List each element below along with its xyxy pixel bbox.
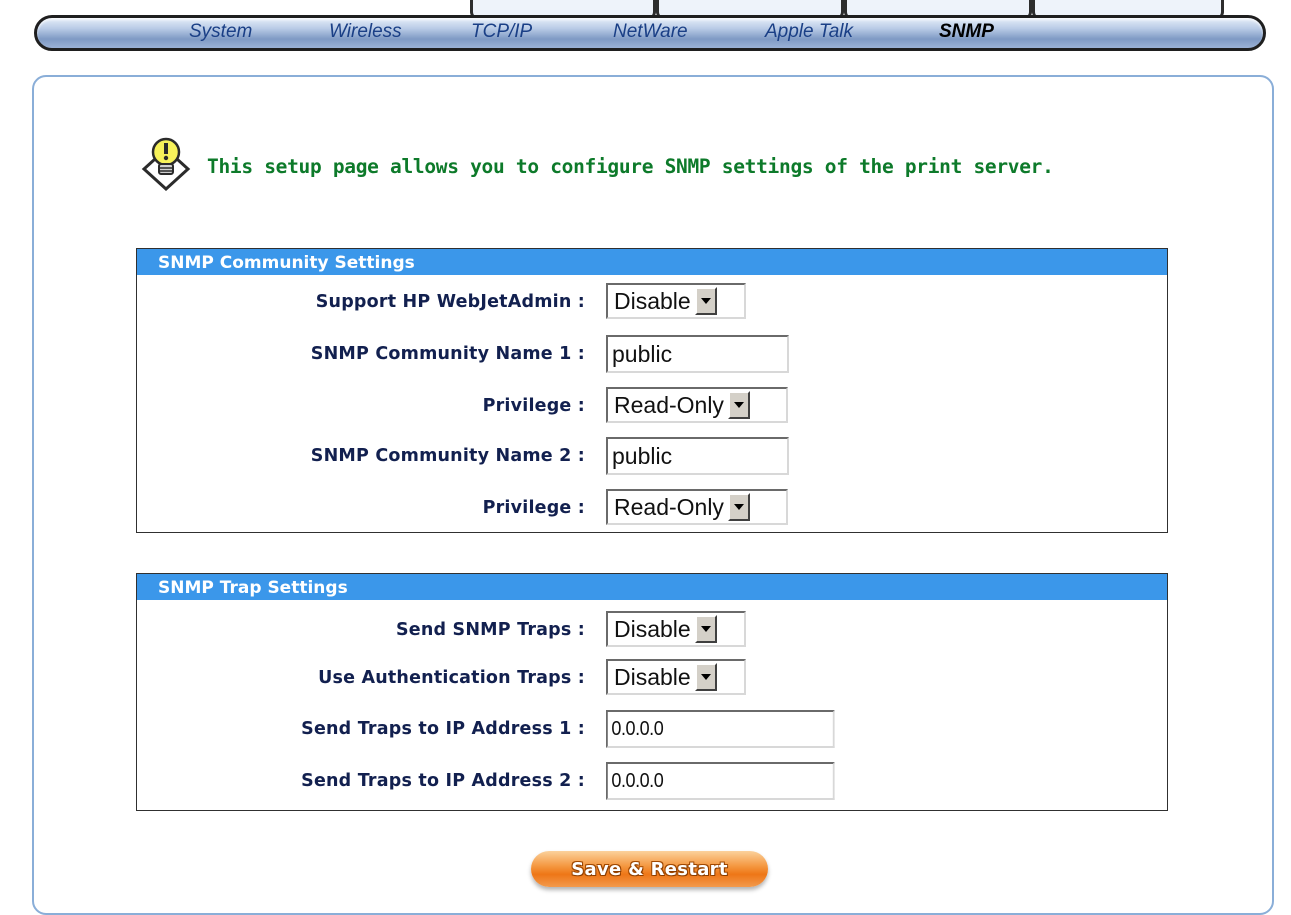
privilege-2-value: Read-Only: [614, 493, 724, 520]
lightbulb-icon: [141, 137, 191, 191]
privilege-1-row: Privilege : Read-Only: [137, 387, 1167, 427]
privilege-1-label: Privilege :: [482, 396, 585, 416]
tab-netware[interactable]: NetWare: [613, 21, 688, 43]
privilege-2-label: Privilege :: [482, 498, 585, 518]
trap-ip-2-input[interactable]: [606, 762, 835, 800]
community-name-2-input[interactable]: [606, 437, 789, 475]
send-traps-select[interactable]: Disable: [606, 611, 746, 647]
webjetadmin-select[interactable]: Disable: [606, 283, 746, 319]
community-name-1-input[interactable]: [606, 335, 789, 373]
webjetadmin-label: Support HP WebJetAdmin :: [315, 292, 585, 312]
community-name-2-label: SNMP Community Name 2 :: [310, 446, 585, 466]
auth-traps-select[interactable]: Disable: [606, 659, 746, 695]
dropdown-arrow-icon[interactable]: [727, 493, 750, 521]
webjetadmin-value: Disable: [614, 287, 691, 314]
community-settings-header: SNMP Community Settings: [137, 249, 1167, 275]
trap-ip-1-row: Send Traps to IP Address 1 :: [137, 710, 1167, 750]
tab-tcpip[interactable]: TCP/IP: [471, 21, 532, 43]
auth-traps-row: Use Authentication Traps : Disable: [137, 659, 1167, 699]
privilege-1-value: Read-Only: [614, 391, 724, 418]
intro-text: This setup page allows you to configure …: [207, 155, 1054, 178]
auth-traps-label: Use Authentication Traps :: [318, 668, 585, 688]
trap-ip-2-label: Send Traps to IP Address 2 :: [301, 771, 585, 791]
send-traps-value: Disable: [614, 615, 691, 642]
dropdown-arrow-icon[interactable]: [727, 391, 750, 419]
save-restart-button[interactable]: Save & Restart: [531, 851, 768, 887]
trap-ip-2-row: Send Traps to IP Address 2 :: [137, 762, 1167, 802]
privilege-2-select[interactable]: Read-Only: [606, 489, 788, 525]
send-traps-row: Send SNMP Traps : Disable: [137, 611, 1167, 651]
top-nav-bar: System Wireless TCP/IP NetWare Apple Tal…: [34, 15, 1266, 51]
community-settings-box: SNMP Community Settings Support HP WebJe…: [136, 248, 1168, 533]
tab-snmp[interactable]: SNMP: [939, 21, 994, 43]
tab-appletalk[interactable]: Apple Talk: [765, 21, 853, 43]
send-traps-label: Send SNMP Traps :: [395, 620, 585, 640]
save-restart-label: Save & Restart: [571, 858, 728, 880]
privilege-2-row: Privilege : Read-Only: [137, 489, 1167, 529]
community-name-1-label: SNMP Community Name 1 :: [310, 344, 585, 364]
trap-ip-1-label: Send Traps to IP Address 1 :: [301, 719, 585, 739]
auth-traps-value: Disable: [614, 663, 691, 690]
webjetadmin-row: Support HP WebJetAdmin : Disable: [137, 283, 1167, 323]
dropdown-arrow-icon[interactable]: [694, 663, 717, 691]
privilege-1-select[interactable]: Read-Only: [606, 387, 788, 423]
community-name-1-row: SNMP Community Name 1 :: [137, 335, 1167, 375]
trap-settings-box: SNMP Trap Settings Send SNMP Traps : Dis…: [136, 573, 1168, 811]
trap-ip-1-input[interactable]: [606, 710, 835, 748]
dropdown-arrow-icon[interactable]: [694, 615, 717, 643]
trap-settings-header: SNMP Trap Settings: [137, 574, 1167, 600]
dropdown-arrow-icon[interactable]: [694, 287, 717, 315]
tab-wireless[interactable]: Wireless: [329, 21, 402, 43]
tab-system[interactable]: System: [189, 21, 252, 43]
community-name-2-row: SNMP Community Name 2 :: [137, 437, 1167, 477]
